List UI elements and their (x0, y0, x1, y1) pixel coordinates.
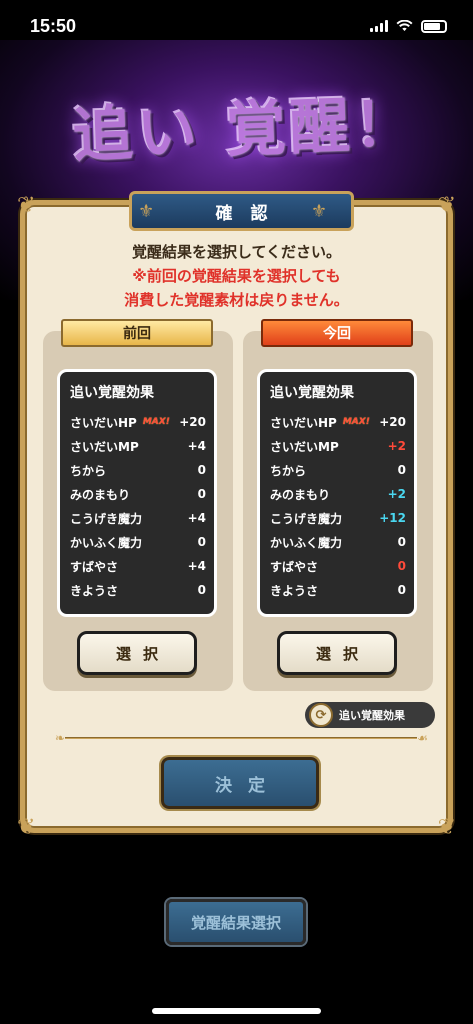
previous-result-panel: 前回 追い覚醒効果 さいだいHP MAX! +20 さいだいMP +4 ちから 0… (43, 319, 233, 691)
stat-name: ちから (270, 463, 307, 478)
stat-value: 0 (397, 535, 406, 549)
ornamental-divider: ❧ ☙ (55, 731, 428, 745)
warning-line-2: 消費した覚醒素材は戻りません。 (124, 291, 349, 309)
stat-row: みのまもり +2 (270, 482, 406, 506)
stat-name: きようさ (270, 583, 319, 598)
divider-tip-icon: ❧ (55, 731, 66, 745)
current-stats-box: 追い覚醒効果 さいだいHP MAX! +20 さいだいMP +2 ちから 0 みの… (257, 369, 417, 617)
corner-ornament-icon: ❦ (17, 815, 36, 840)
stat-value-increase: +12 (379, 511, 406, 525)
corner-ornament-icon: ❦ (17, 193, 36, 218)
battery-icon (421, 19, 447, 33)
stats-title: 追い覚醒効果 (270, 385, 354, 401)
stat-value: 0 (197, 487, 206, 501)
stat-row: かいふく魔力 0 (270, 530, 406, 554)
current-result-panel: 今回 追い覚醒効果 さいだいHP MAX! +20 さいだいMP +2 ちから 0… (243, 319, 433, 691)
stat-name: きようさ (70, 583, 119, 598)
stat-row: ちから 0 (70, 458, 206, 482)
select-previous-button[interactable]: 選択 (77, 631, 197, 675)
stat-value: 0 (397, 463, 406, 477)
warning-line-1: ※前回の覚醒結果を選択しても (132, 267, 341, 285)
stat-row: かいふく魔力 0 (70, 530, 206, 554)
current-ribbon: 今回 (261, 319, 413, 347)
corner-ornament-icon: ❦ (437, 815, 456, 840)
divider-tip-icon: ☙ (417, 731, 428, 745)
stat-name: さいだいMP (70, 439, 139, 454)
stat-name: みのまもり (270, 487, 331, 502)
stat-name: こうげき魔力 (270, 511, 343, 526)
stats-title: 追い覚醒効果 (70, 385, 154, 401)
stat-row: さいだいMP +2 (270, 434, 406, 458)
stat-row: みのまもり 0 (70, 482, 206, 506)
stat-name: こうげき魔力 (70, 511, 143, 526)
fleur-icon: ⚜ (138, 201, 173, 222)
max-badge: MAX! (142, 417, 170, 427)
stat-value: 0 (197, 535, 206, 549)
awakening-result-select-button[interactable]: 覚醒結果選択 (166, 899, 306, 945)
stat-value: +4 (187, 559, 206, 573)
corner-ornament-icon: ❦ (437, 193, 456, 218)
stat-value: 0 (197, 583, 206, 597)
wifi-icon (396, 20, 413, 31)
status-icons (370, 19, 447, 33)
cellular-signal-icon (370, 20, 388, 32)
select-current-button[interactable]: 選択 (277, 631, 397, 675)
previous-ribbon: 前回 (61, 319, 213, 347)
max-badge: MAX! (342, 417, 370, 427)
stat-row: さいだいHP MAX! +20 (270, 410, 406, 434)
stat-name: さいだいHP (270, 415, 337, 430)
stat-row: きようさ 0 (270, 578, 406, 602)
banner-title: 追い 覚醒！ (71, 88, 419, 171)
previous-stats-box: 追い覚醒効果 さいだいHP MAX! +20 さいだいMP +4 ちから 0 みの… (57, 369, 217, 617)
stat-value: +4 (187, 439, 206, 453)
stat-value: 0 (197, 463, 206, 477)
stat-value-decrease: +2 (387, 439, 406, 453)
toggle-label: 追い覚醒効果 (339, 709, 405, 722)
stat-name: すばやさ (70, 559, 119, 574)
home-indicator[interactable] (152, 1008, 321, 1014)
stat-row: ちから 0 (270, 458, 406, 482)
awakening-effect-toggle[interactable]: ⟳ 追い覚醒効果 (305, 702, 435, 728)
stat-value-decrease: 0 (397, 559, 406, 573)
stat-name: さいだいMP (270, 439, 339, 454)
dialog-title-plate: ⚜ 確認 ⚜ (129, 191, 354, 231)
stat-value: +20 (379, 415, 406, 429)
stat-value: +20 (179, 415, 206, 429)
status-bar: 15:50 (0, 0, 473, 52)
stat-row: すばやさ +4 (70, 554, 206, 578)
stat-row: すばやさ 0 (270, 554, 406, 578)
stat-name: ちから (70, 463, 107, 478)
stat-row: こうげき魔力 +4 (70, 506, 206, 530)
stat-value: 0 (397, 583, 406, 597)
stat-row: さいだいMP +4 (70, 434, 206, 458)
stat-row: さいだいHP MAX! +20 (70, 410, 206, 434)
stat-name: すばやさ (270, 559, 319, 574)
stat-row: きようさ 0 (70, 578, 206, 602)
swap-icon: ⟳ (309, 703, 333, 727)
confirm-dialog: ❦ ❦ ❦ ❦ ⚜ 確認 ⚜ 覚醒結果を選択してください。 ※前回の覚醒結果を選… (17, 191, 456, 840)
stat-value-increase: +2 (387, 487, 406, 501)
fleur-icon: ⚜ (310, 201, 345, 222)
instruction-text: 覚醒結果を選択してください。 (131, 243, 342, 261)
status-time: 15:50 (30, 15, 77, 36)
stat-row: こうげき魔力 +12 (270, 506, 406, 530)
stat-name: かいふく魔力 (270, 535, 343, 550)
stat-value: +4 (187, 511, 206, 525)
stat-name: みのまもり (70, 487, 131, 502)
dialog-title: 確認 (215, 203, 286, 224)
stat-name: かいふく魔力 (70, 535, 143, 550)
decide-button[interactable]: 決定 (161, 757, 319, 809)
stat-name: さいだいHP (70, 415, 137, 430)
